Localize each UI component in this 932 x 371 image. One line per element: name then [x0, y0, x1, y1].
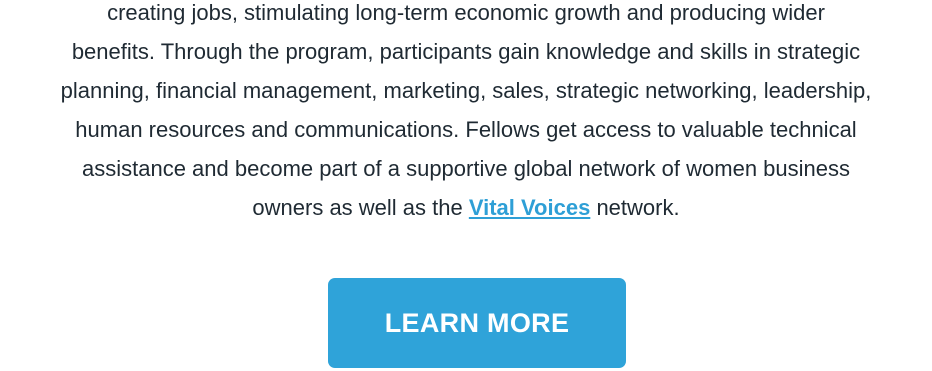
- last-line-suffix: network.: [590, 195, 680, 220]
- last-line-prefix: owners as well as the: [252, 195, 469, 220]
- description-line: human resources and communications. Fell…: [75, 117, 857, 142]
- description-line: creating jobs, stimulating long-term eco…: [107, 0, 825, 25]
- program-description: creating jobs, stimulating long-term eco…: [0, 0, 932, 227]
- description-line: planning, financial management, marketin…: [60, 78, 872, 103]
- learn-more-button[interactable]: LEARN MORE: [328, 278, 626, 368]
- vital-voices-link[interactable]: Vital Voices: [469, 195, 590, 220]
- description-line: assistance and become part of a supporti…: [82, 156, 850, 181]
- description-line: benefits. Through the program, participa…: [71, 39, 861, 64]
- description-last-line: owners as well as the Vital Voices netwo…: [0, 188, 932, 227]
- newsletter-section: creating jobs, stimulating long-term eco…: [0, 0, 932, 371]
